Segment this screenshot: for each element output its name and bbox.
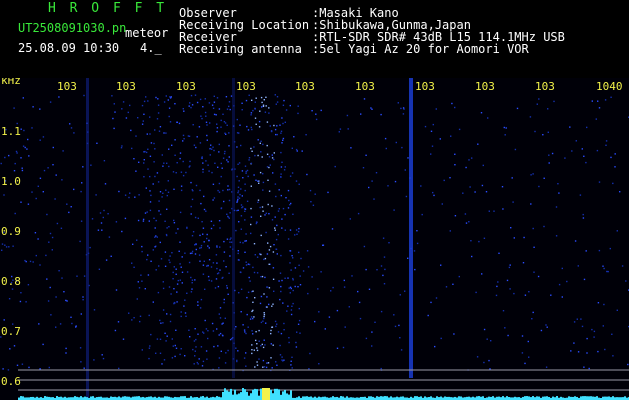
time-label: 103 (116, 80, 136, 93)
time-label: 103 (475, 80, 495, 93)
freq-label: 0.7 (1, 325, 21, 338)
freq-label: 0.6 (1, 375, 21, 388)
freq-label: 1.1 (1, 125, 21, 138)
meteor-echo-marker (262, 388, 270, 400)
time-label: 103 (57, 80, 77, 93)
time-label: 103 (295, 80, 315, 93)
sub-label: 4._ (140, 41, 162, 55)
freq-label: 0.9 (1, 225, 21, 238)
hrofft-logo: H R O F F T (48, 1, 168, 16)
time-label: 103 (355, 80, 375, 93)
time-label: 103 (176, 80, 196, 93)
freq-label: 1.0 (1, 175, 21, 188)
time-label: 103 (236, 80, 256, 93)
streak-left (86, 78, 89, 400)
info-label-antenna: Receiving antenna (179, 42, 302, 56)
info-value-antenna: :5el Yagi Az 20 for Aomori VOR (312, 42, 529, 56)
streak-mid (232, 78, 235, 378)
datetime-label: 25.08.09 10:30 (18, 41, 120, 55)
time-label: 1040 (596, 80, 623, 93)
streak-carrier (409, 78, 413, 378)
mode-label: meteor (125, 26, 169, 40)
freq-label: 0.8 (1, 275, 21, 288)
header-panel: H R O F F T UT2508091030.pn meteor 25.08… (0, 0, 629, 78)
spectrogram-plot: kHz 103 103 103 103 103 103 103 103 103 … (0, 78, 629, 400)
unit-label: kHz (1, 78, 21, 87)
time-label: 103 (415, 80, 435, 93)
filename-label: UT2508091030.pn (18, 21, 127, 35)
time-label: 103 (535, 80, 555, 93)
